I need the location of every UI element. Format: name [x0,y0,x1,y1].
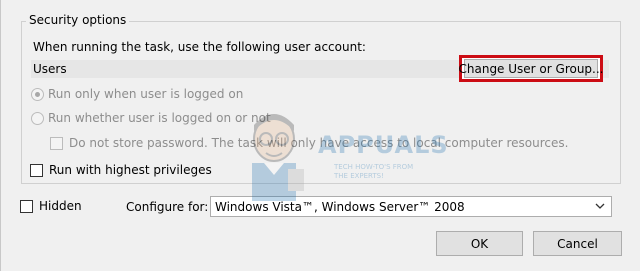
hidden-checkbox[interactable] [20,199,33,213]
highest-privileges-label: Run with highest privileges [49,163,212,177]
hidden-option[interactable]: Hidden [20,199,82,213]
highest-privileges-checkbox[interactable] [30,163,43,177]
ok-button[interactable]: OK [436,231,523,256]
no-store-password-checkbox[interactable] [50,136,63,150]
run-whether-label: Run whether user is logged on or not [48,111,271,125]
radio-selected-dot [35,91,40,97]
run-logged-on-label: Run only when user is logged on [48,87,244,101]
task-properties-dialog: Security options When running the task, … [0,0,640,271]
run-whether-option[interactable]: Run whether user is logged on or not [31,111,271,125]
configure-for-value: Windows Vista™, Windows Server™ 2008 [215,199,465,214]
run-whether-radio[interactable] [31,111,44,125]
no-store-password-label: Do not store password. The task will onl… [69,136,569,150]
no-store-password-option[interactable]: Do not store password. The task will onl… [50,136,568,150]
highest-privileges-option[interactable]: Run with highest privileges [30,163,212,177]
change-user-or-group-button[interactable]: Change User or Group... [459,59,604,78]
configure-for-select[interactable]: Windows Vista™, Windows Server™ 2008 [210,196,612,217]
hidden-label: Hidden [39,199,82,213]
user-account-value: Users [33,62,67,76]
run-logged-on-option[interactable]: Run only when user is logged on [31,87,243,101]
configure-for-label: Configure for: [126,200,209,214]
cancel-button[interactable]: Cancel [533,231,622,256]
security-options-legend: Security options [26,13,130,27]
chevron-down-icon [595,203,605,209]
user-account-label: When running the task, use the following… [33,40,366,54]
highlight-frame: Change User or Group... [459,55,604,82]
run-logged-on-radio[interactable] [31,87,44,101]
